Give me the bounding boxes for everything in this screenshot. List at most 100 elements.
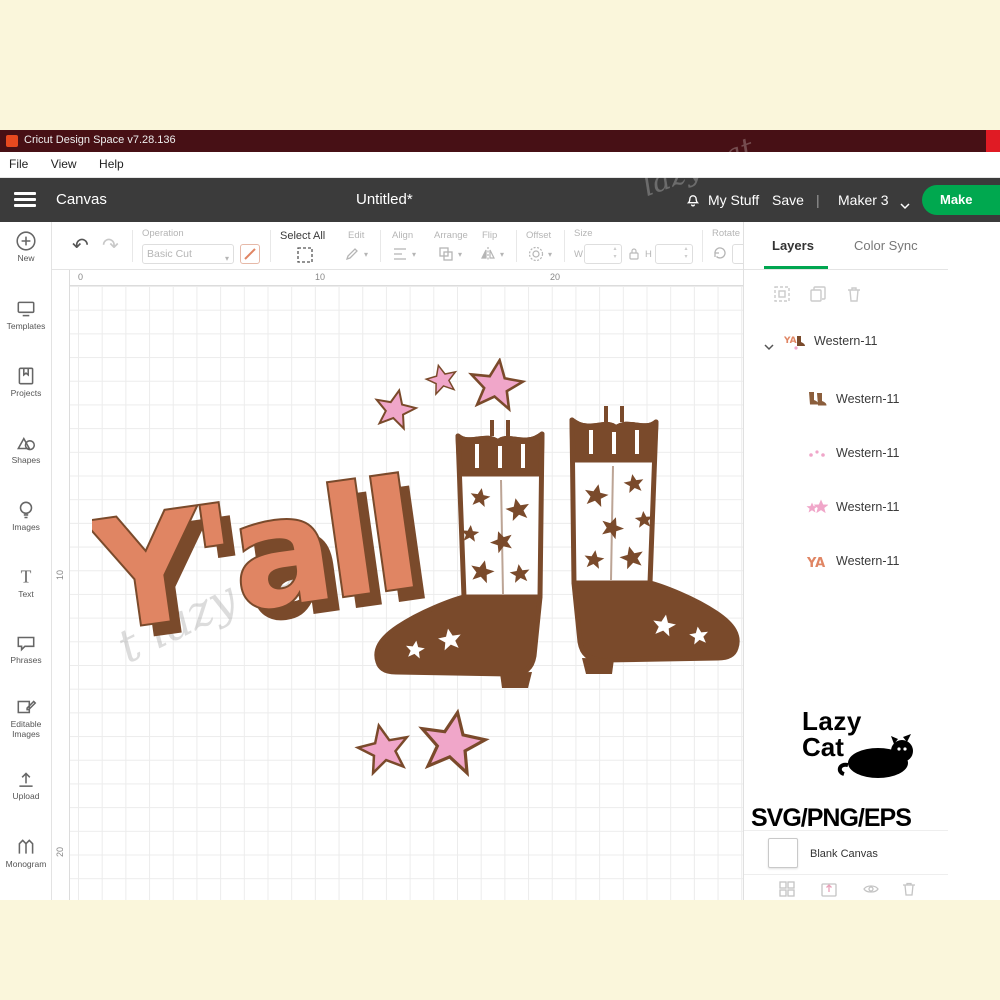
layer-group-name: Western-11 xyxy=(814,334,877,348)
my-stuff-link[interactable]: My Stuff xyxy=(708,178,759,222)
undo-icon[interactable]: ↶ xyxy=(72,233,89,258)
edit-pencil-icon[interactable] xyxy=(344,246,360,267)
layer-thumbnail xyxy=(806,444,828,469)
svg-text:YA: YA xyxy=(784,336,797,346)
duplicate-icon[interactable] xyxy=(808,284,828,309)
ruler-number: 10 xyxy=(55,570,65,580)
rotate-icon[interactable] xyxy=(712,246,727,266)
eye-icon[interactable] xyxy=(862,880,880,903)
machine-selector[interactable]: Maker 3 xyxy=(838,178,889,222)
color-swatch[interactable] xyxy=(240,244,260,264)
layer-row-stars[interactable]: Western-11 xyxy=(744,496,948,522)
window-close-button[interactable] xyxy=(986,130,1000,152)
tab-color-sync[interactable]: Color Sync xyxy=(854,222,918,270)
projects-icon xyxy=(15,365,37,387)
trash-icon[interactable] xyxy=(900,880,918,903)
layers-panel: Layers Color Sync xyxy=(743,222,948,900)
blank-canvas-swatch[interactable] xyxy=(768,838,798,868)
app-header: Canvas Untitled* My Stuff Save | Maker 3… xyxy=(0,178,1000,222)
chevron-down-icon: ▾ xyxy=(548,250,552,259)
sidebar-item-templates[interactable]: Templates xyxy=(0,298,52,332)
cowboy-boot-right[interactable] xyxy=(572,406,737,674)
select-all-label[interactable]: Select All xyxy=(280,230,325,242)
panel-tabs: Layers Color Sync xyxy=(744,222,948,270)
pink-star xyxy=(416,707,489,775)
menu-file[interactable]: File xyxy=(0,152,37,176)
save-button[interactable]: Save xyxy=(772,178,804,222)
layer-name: Western-11 xyxy=(836,554,899,568)
menu-help[interactable]: Help xyxy=(90,152,133,176)
tab-layers[interactable]: Layers xyxy=(772,222,814,270)
lock-icon[interactable] xyxy=(628,247,640,266)
blank-canvas-label: Blank Canvas xyxy=(810,848,878,860)
sidebar-label: Phrases xyxy=(0,656,52,666)
sidebar-label: Projects xyxy=(0,389,52,399)
sidebar-item-editable-images[interactable]: Editable Images xyxy=(0,696,52,740)
sidebar-item-text[interactable]: T Text xyxy=(0,566,52,600)
sidebar-item-upload[interactable]: Upload xyxy=(0,768,52,802)
chevron-down-icon: ▾ xyxy=(412,250,416,259)
ruler-number: 20 xyxy=(550,272,560,282)
width-label: W xyxy=(574,249,583,260)
templates-icon xyxy=(15,298,37,320)
sidebar-item-phrases[interactable]: Phrases xyxy=(0,632,52,666)
layer-row-letters[interactable]: YA Western-11 xyxy=(744,550,948,576)
horizontal-ruler: 0 10 20 30 xyxy=(52,270,795,286)
make-it-button[interactable]: Make xyxy=(922,185,1000,215)
header-divider: | xyxy=(816,178,820,222)
delete-icon[interactable] xyxy=(844,284,864,309)
operation-value: Basic Cut xyxy=(147,248,192,260)
canvas-artwork[interactable]: Y'all Y'all xyxy=(92,358,752,818)
group-icon[interactable] xyxy=(772,284,792,309)
layer-thumbnail xyxy=(806,390,828,415)
layer-group-row[interactable]: YA Western-11 xyxy=(744,330,948,356)
design-canvas[interactable]: t lazy cat Y'all Y'all xyxy=(70,286,788,900)
vertical-ruler: 10 20 xyxy=(52,286,70,900)
hamburger-menu-icon[interactable] xyxy=(14,192,36,208)
svg-text:T: T xyxy=(21,567,32,587)
blank-canvas-row[interactable]: Blank Canvas xyxy=(744,830,948,874)
phrases-icon xyxy=(15,632,37,654)
app-window: Cricut Design Space v7.28.136 File View … xyxy=(0,130,1000,900)
document-title[interactable]: Untitled* xyxy=(356,178,413,222)
width-field[interactable]: ▴▾ xyxy=(584,244,622,264)
menu-view[interactable]: View xyxy=(42,152,86,176)
layer-row-dots[interactable]: Western-11 xyxy=(744,442,948,468)
left-sidebar: New Templates Projects Shapes Images xyxy=(0,222,52,900)
pink-star xyxy=(424,362,460,396)
redo-icon[interactable]: ↷ xyxy=(102,233,119,258)
monogram-icon xyxy=(15,836,37,858)
height-label: H xyxy=(645,249,652,260)
align-label: Align xyxy=(392,230,413,241)
select-all-icon[interactable] xyxy=(296,246,314,269)
offset-icon[interactable] xyxy=(528,246,544,267)
align-icon[interactable] xyxy=(392,246,408,267)
operation-select[interactable]: Basic Cut ▾ xyxy=(142,244,234,264)
sidebar-item-shapes[interactable]: Shapes xyxy=(0,432,52,466)
window-title: Cricut Design Space v7.28.136 xyxy=(24,134,176,146)
chevron-down-icon[interactable] xyxy=(764,338,774,356)
main-area: New Templates Projects Shapes Images xyxy=(0,222,1000,900)
sidebar-label: Text xyxy=(0,590,52,600)
height-field[interactable]: ▴▾ xyxy=(655,244,693,264)
layer-name: Western-11 xyxy=(836,500,899,514)
sidebar-label: Upload xyxy=(0,792,52,802)
layer-name: Western-11 xyxy=(836,446,899,460)
sidebar-item-projects[interactable]: Projects xyxy=(0,365,52,399)
ruler-number: 0 xyxy=(78,272,83,282)
notifications-bell-icon[interactable] xyxy=(684,191,702,214)
sidebar-label: Shapes xyxy=(0,456,52,466)
arrange-icon[interactable] xyxy=(438,246,454,267)
sidebar-item-monogram[interactable]: Monogram xyxy=(0,836,52,870)
sidebar-label: New xyxy=(0,254,52,264)
layer-row-boots[interactable]: Western-11 xyxy=(744,388,948,414)
editable-images-icon xyxy=(15,696,37,718)
sidebar-item-new[interactable]: New xyxy=(0,230,52,264)
chevron-down-icon xyxy=(900,197,910,215)
sidebar-label: Monogram xyxy=(0,860,52,870)
sidebar-item-images[interactable]: Images xyxy=(0,499,52,533)
export-icon[interactable] xyxy=(820,880,838,903)
grid-view-icon[interactable] xyxy=(778,880,796,903)
flip-label: Flip xyxy=(482,230,497,241)
flip-icon[interactable] xyxy=(480,246,496,267)
